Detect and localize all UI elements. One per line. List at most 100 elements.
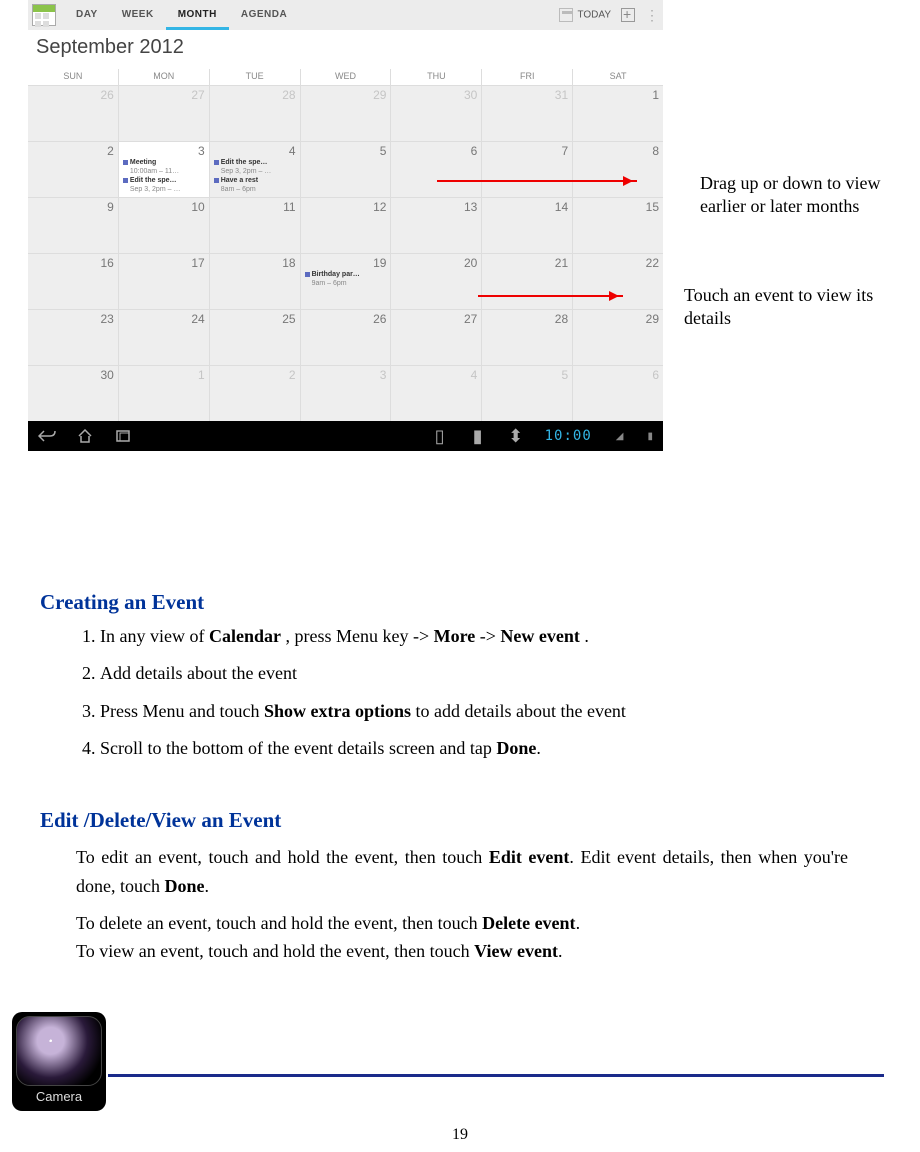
dow-label: FRI: [482, 69, 573, 85]
event-color-dot: [123, 160, 128, 165]
day-cell[interactable]: 19Birthday par…9am – 6pm: [301, 254, 392, 309]
day-cell[interactable]: 30: [28, 366, 119, 421]
day-cell[interactable]: 27: [119, 86, 210, 141]
day-number: 30: [395, 88, 477, 102]
day-cell[interactable]: 21: [482, 254, 573, 309]
day-cell[interactable]: 29: [573, 310, 663, 365]
new-event-icon[interactable]: [621, 8, 635, 22]
day-cell[interactable]: 14: [482, 198, 573, 253]
day-number: 13: [395, 200, 477, 214]
overflow-menu-icon[interactable]: ⋮: [645, 11, 659, 19]
notification-icon[interactable]: ▮: [469, 429, 487, 443]
day-number: 6: [577, 368, 659, 382]
week-row: 2324252627 28 29: [28, 309, 663, 365]
wifi-icon: ◢: [616, 431, 624, 442]
day-cell[interactable]: 7: [482, 142, 573, 197]
day-cell[interactable]: 13: [391, 198, 482, 253]
view-tabs: DAYWEEKMONTHAGENDA: [64, 0, 299, 30]
day-cell[interactable]: 1: [573, 86, 663, 141]
dow-label: SAT: [573, 69, 663, 85]
day-number: 19: [305, 256, 387, 270]
day-cell[interactable]: 8: [573, 142, 663, 197]
day-cell[interactable]: 11: [210, 198, 301, 253]
tab-month[interactable]: MONTH: [166, 0, 229, 30]
week-row: 2627 28 29 30 31 1: [28, 85, 663, 141]
heading-edit-event: Edit /Delete/View an Event: [40, 808, 884, 833]
paragraph: To edit an event, touch and hold the eve…: [76, 843, 848, 901]
day-cell[interactable]: 29: [301, 86, 392, 141]
notification-icon[interactable]: ⬍: [507, 429, 525, 443]
week-row: 30 123456: [28, 365, 663, 421]
month-grid[interactable]: SUNMONTUEWEDTHUFRISAT 262728293031123Mee…: [28, 69, 663, 421]
day-number: 28: [214, 88, 296, 102]
annotation-text: Touch an event to view its details: [684, 284, 894, 329]
event-chip[interactable]: Birthday par…9am – 6pm: [305, 270, 387, 288]
day-cell[interactable]: 18: [210, 254, 301, 309]
day-number: 5: [305, 144, 387, 158]
day-cell[interactable]: 31: [482, 86, 573, 141]
notification-icon[interactable]: ▯: [431, 429, 449, 443]
day-cell[interactable]: 26: [28, 86, 119, 141]
day-number: 1: [577, 88, 659, 102]
day-cell[interactable]: 23: [28, 310, 119, 365]
day-cell[interactable]: 6: [391, 142, 482, 197]
calendar-app-icon[interactable]: [32, 4, 56, 26]
day-number: 8: [577, 144, 659, 158]
day-cell[interactable]: 27: [391, 310, 482, 365]
day-cell[interactable]: 5: [301, 142, 392, 197]
day-cell[interactable]: 4: [391, 366, 482, 421]
camera-label: Camera: [16, 1086, 102, 1107]
day-cell[interactable]: 4Edit the spe…Sep 3, 2pm – …Have a rest8…: [210, 142, 301, 197]
day-number: 20: [395, 256, 477, 270]
recent-apps-icon[interactable]: [114, 429, 132, 443]
home-icon[interactable]: [76, 429, 94, 443]
day-number: 6: [395, 144, 477, 158]
annotation-arrow: [478, 295, 623, 297]
day-cell[interactable]: 16: [28, 254, 119, 309]
day-cell[interactable]: 9: [28, 198, 119, 253]
day-cell[interactable]: 5: [482, 366, 573, 421]
day-cell[interactable]: 30: [391, 86, 482, 141]
day-cell[interactable]: 28: [482, 310, 573, 365]
paragraph: To view an event, touch and hold the eve…: [76, 939, 848, 963]
day-cell[interactable]: 20: [391, 254, 482, 309]
document-page: DAYWEEKMONTHAGENDA TODAY ⋮ September 201…: [0, 0, 920, 1152]
section-edit-event: Edit /Delete/View an Event To edit an ev…: [40, 808, 884, 967]
day-cell[interactable]: 2: [28, 142, 119, 197]
day-cell[interactable]: 12: [301, 198, 392, 253]
day-number: 11: [214, 200, 296, 214]
event-chip[interactable]: Meeting10:00am – 11…: [123, 158, 205, 176]
back-icon[interactable]: [38, 429, 56, 443]
day-number: 9: [32, 200, 114, 214]
tab-agenda[interactable]: AGENDA: [229, 0, 299, 30]
day-cell[interactable]: 26: [301, 310, 392, 365]
day-cell[interactable]: 1: [119, 366, 210, 421]
event-color-dot: [123, 178, 128, 183]
day-cell[interactable]: 3Meeting10:00am – 11…Edit the spe…Sep 3,…: [119, 142, 210, 197]
today-button[interactable]: TODAY: [559, 8, 611, 22]
tab-day[interactable]: DAY: [64, 0, 110, 30]
steps-list: In any view of Calendar , press Menu key…: [40, 625, 884, 761]
day-number: 1: [123, 368, 205, 382]
day-cell[interactable]: 2: [210, 366, 301, 421]
dow-label: THU: [391, 69, 482, 85]
day-number: 28: [486, 312, 568, 326]
day-number: 12: [305, 200, 387, 214]
camera-lens-icon: [16, 1016, 102, 1086]
day-cell[interactable]: 10: [119, 198, 210, 253]
day-cell[interactable]: 28: [210, 86, 301, 141]
tab-week[interactable]: WEEK: [110, 0, 166, 30]
event-chip[interactable]: Have a rest8am – 6pm: [214, 176, 296, 194]
day-cell[interactable]: 24: [119, 310, 210, 365]
day-number: 5: [486, 368, 568, 382]
day-cell[interactable]: 25: [210, 310, 301, 365]
day-number: 21: [486, 256, 568, 270]
event-chip[interactable]: Edit the spe…Sep 3, 2pm – …: [214, 158, 296, 176]
day-number: 29: [305, 88, 387, 102]
signal-icon: ▮: [647, 431, 653, 442]
day-cell[interactable]: 3: [301, 366, 392, 421]
day-cell[interactable]: 6: [573, 366, 663, 421]
event-chip[interactable]: Edit the spe…Sep 3, 2pm – …: [123, 176, 205, 194]
day-cell[interactable]: 17: [119, 254, 210, 309]
day-cell[interactable]: 15: [573, 198, 663, 253]
